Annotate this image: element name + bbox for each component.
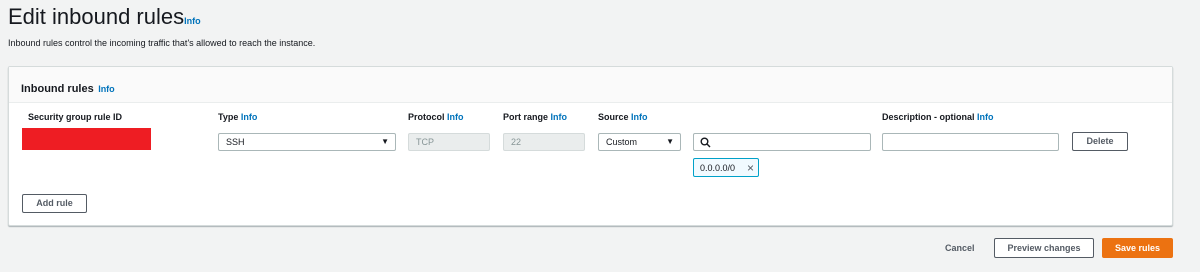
caret-down-icon: ▼ (666, 137, 674, 146)
protocol-info-link[interactable]: Info (447, 112, 464, 122)
page-title: Edit inbound rulesInfo (8, 4, 201, 30)
page-title-text: Edit inbound rules (8, 4, 185, 29)
col-description-label: Description - optional (882, 112, 975, 122)
port-range-field: 22 (503, 133, 585, 151)
col-description: Description - optional Info (882, 112, 994, 122)
close-icon[interactable]: × (747, 161, 754, 175)
preview-changes-button[interactable]: Preview changes (994, 238, 1094, 258)
source-select[interactable]: Custom ▼ (598, 133, 681, 151)
col-port-range: Port range Info (503, 112, 567, 122)
protocol-field: TCP (408, 133, 490, 151)
panel-title: Inbound rules (21, 83, 94, 95)
panel-header: Inbound rules Info (9, 67, 1172, 103)
col-protocol-label: Protocol (408, 112, 445, 122)
port-range-info-link[interactable]: Info (551, 112, 568, 122)
rule-id-redacted (22, 128, 151, 150)
panel-info-link[interactable]: Info (98, 84, 115, 94)
source-info-link[interactable]: Info (631, 112, 648, 122)
title-info-link[interactable]: Info (184, 16, 201, 26)
cidr-search-input[interactable] (693, 133, 871, 151)
search-icon (700, 137, 711, 148)
col-port-range-label: Port range (503, 112, 549, 122)
save-rules-button[interactable]: Save rules (1102, 238, 1173, 258)
source-select-value: Custom (606, 137, 638, 147)
col-protocol: Protocol Info (408, 112, 464, 122)
add-rule-button[interactable]: Add rule (22, 194, 87, 213)
caret-down-icon: ▼ (381, 137, 389, 146)
type-info-link[interactable]: Info (241, 112, 258, 122)
col-source: Source Info (598, 112, 648, 122)
inbound-rules-panel: Inbound rules Info Security group rule I… (8, 66, 1173, 226)
col-rule-id: Security group rule ID (28, 112, 123, 122)
type-select[interactable]: SSH ▼ (218, 133, 396, 151)
type-select-value: SSH (226, 137, 245, 147)
cancel-button[interactable]: Cancel (945, 243, 975, 253)
description-info-link[interactable]: Info (977, 112, 994, 122)
delete-rule-button[interactable]: Delete (1072, 132, 1128, 151)
cidr-token: 0.0.0.0/0 × (693, 158, 759, 177)
cidr-token-label: 0.0.0.0/0 (700, 163, 736, 173)
page-subtitle: Inbound rules control the incoming traff… (8, 38, 316, 48)
col-source-label: Source (598, 112, 629, 122)
col-type-label: Type (218, 112, 239, 122)
col-type: Type Info (218, 112, 257, 122)
description-input[interactable] (882, 133, 1059, 151)
